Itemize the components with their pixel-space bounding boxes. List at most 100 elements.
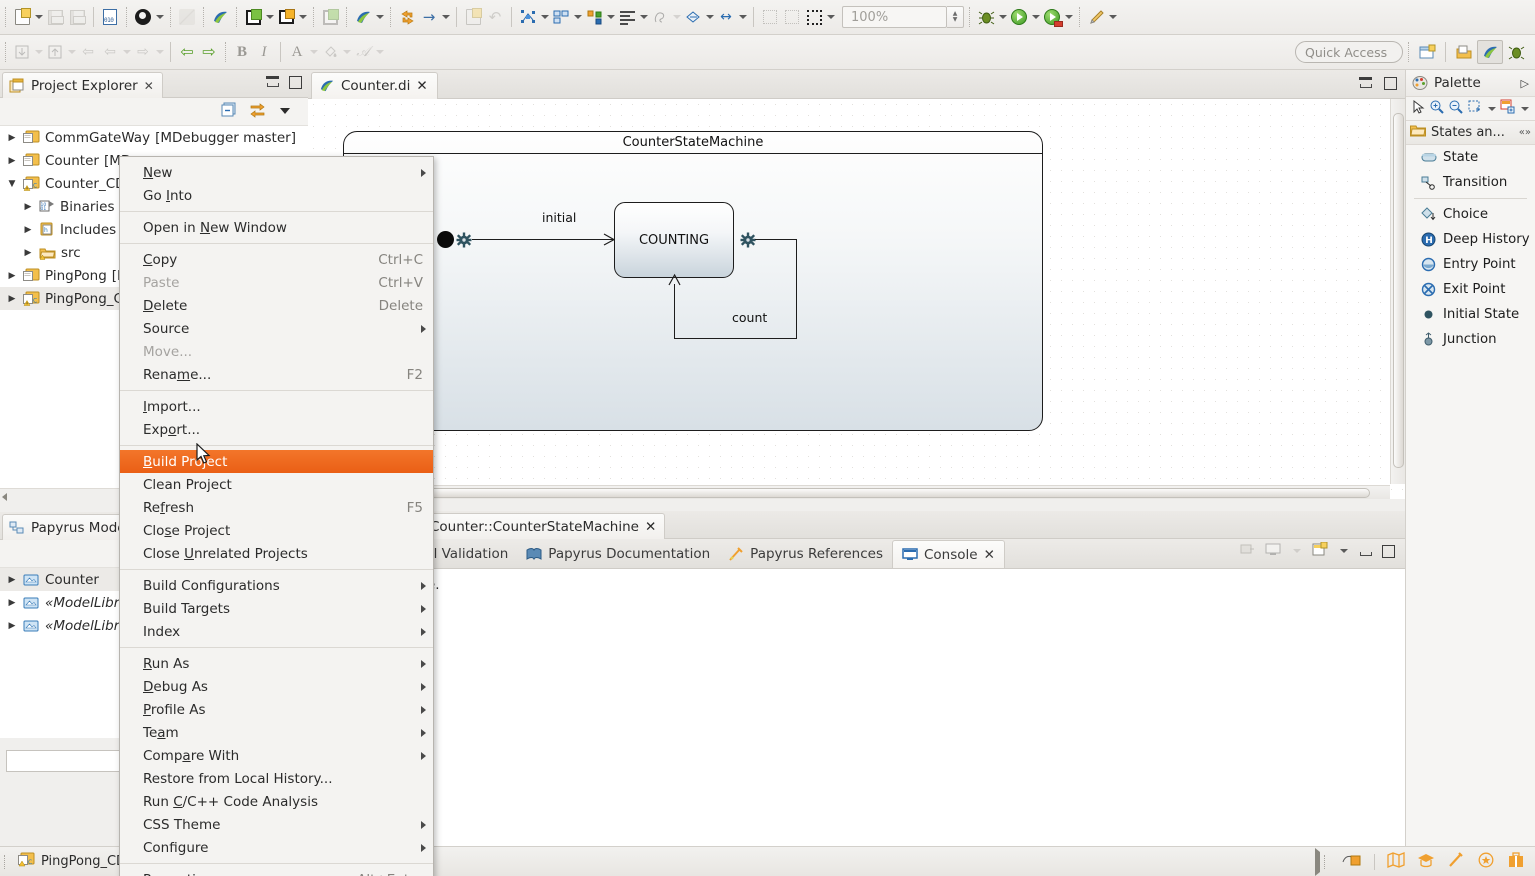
graduation-icon[interactable] [1417, 852, 1435, 872]
menu-item-go-into[interactable]: Go Into [120, 184, 433, 207]
menu-item-css-theme[interactable]: CSS Theme [120, 813, 433, 836]
italic-icon[interactable]: I [253, 39, 275, 65]
collapse-all-dropdown-icon[interactable] [33, 39, 44, 65]
menu-item-rename[interactable]: Rename...F2 [120, 363, 433, 386]
new-wizard-dropdown-icon[interactable] [33, 4, 44, 30]
diagram-canvas[interactable]: CounterStateMachine [308, 99, 1405, 499]
state-counting[interactable]: COUNTING [614, 202, 734, 278]
next-annotation-icon[interactable]: ⇨ [132, 39, 154, 65]
chevron-right-icon[interactable]: ▶ [22, 225, 34, 235]
line-color-dropdown-icon[interactable] [374, 39, 385, 65]
chevron-down-icon[interactable]: ▼ [6, 179, 18, 189]
snap-icon[interactable] [759, 4, 781, 30]
new-diagram-dropdown-icon[interactable] [297, 4, 308, 30]
menu-item-build-configurations[interactable]: Build Configurations [120, 574, 433, 597]
layout-graph-icon[interactable] [517, 4, 539, 30]
free-form-icon[interactable] [649, 4, 671, 30]
menu-item-properties[interactable]: PropertiesAlt+Enter [120, 868, 433, 876]
menu-item-source[interactable]: Source [120, 317, 433, 340]
expand-all-dropdown-icon[interactable] [66, 39, 77, 65]
chevron-right-icon[interactable]: ▶ [6, 621, 18, 631]
quick-access-input[interactable]: Quick Access [1295, 41, 1403, 63]
fill-color-icon[interactable] [319, 39, 341, 65]
align-left-icon[interactable] [616, 4, 638, 30]
new-perspective-icon[interactable] [1414, 40, 1440, 64]
papyrus-perspective-icon[interactable] [1477, 40, 1503, 64]
binary-file-icon[interactable] [99, 4, 121, 30]
font-color-dropdown-icon[interactable] [308, 39, 319, 65]
menu-item-import[interactable]: Import... [120, 395, 433, 418]
new-table-icon[interactable] [242, 4, 264, 30]
tab-model-explorer[interactable]: Papyrus Mode [2, 514, 135, 540]
chevron-right-icon[interactable]: ▶ [6, 156, 18, 166]
debug-icon[interactable] [975, 4, 997, 30]
resource-perspective-icon[interactable] [1451, 40, 1477, 64]
debug-dropdown-icon[interactable] [997, 4, 1008, 30]
pin-icon[interactable]: «» [1519, 127, 1531, 138]
prev-annotation-icon[interactable]: ⇦ [99, 39, 121, 65]
palette-item-exit-point[interactable]: Exit Point [1406, 277, 1535, 302]
menu-item-run-as[interactable]: Run As [120, 652, 433, 675]
chevron-right-icon[interactable]: ▶ [22, 248, 34, 258]
minimize-icon[interactable] [1359, 545, 1372, 558]
zoom-in-icon[interactable] [1429, 99, 1445, 119]
maximize-icon[interactable] [289, 76, 302, 89]
palette-group-states[interactable]: States an... «» [1406, 121, 1535, 145]
prev-annotation-dropdown-icon[interactable] [121, 39, 132, 65]
palette-item-state[interactable]: State [1406, 145, 1535, 170]
menu-item-team[interactable]: Team [120, 721, 433, 744]
menu-item-restore-from-local-history[interactable]: Restore from Local History... [120, 767, 433, 790]
arrange-dropdown-icon[interactable] [572, 4, 583, 30]
gear-icon[interactable] [740, 232, 756, 248]
resize-icon[interactable]: ↔ [715, 4, 737, 30]
console-output[interactable]: splay at this time. [308, 569, 1405, 854]
canvas-hscrollbar[interactable] [308, 485, 1390, 499]
briefcase-icon[interactable] [1507, 852, 1525, 872]
save-all-icon[interactable] [66, 4, 88, 30]
vscroll-thumb[interactable] [1393, 113, 1404, 468]
menu-item-close-unrelated-projects[interactable]: Close Unrelated Projects [120, 542, 433, 565]
menu-item-profile-as[interactable]: Profile As [120, 698, 433, 721]
new-diagram-icon[interactable] [275, 4, 297, 30]
link-icon[interactable] [1342, 852, 1362, 872]
maximize-icon[interactable] [1384, 77, 1397, 90]
undo-style-icon[interactable]: ↶ [484, 4, 506, 30]
palette-item-deep-history[interactable]: HDeep History [1406, 227, 1535, 252]
format-icon[interactable] [1500, 99, 1516, 119]
map-icon[interactable] [1387, 852, 1405, 872]
canvas-vscrollbar[interactable] [1390, 99, 1405, 484]
palette-item-junction[interactable]: Junction [1406, 327, 1535, 352]
new-wizard-icon[interactable] [11, 4, 33, 30]
menu-item-new[interactable]: New [120, 161, 433, 184]
chevron-right-icon[interactable]: ▶ [6, 294, 18, 304]
close-icon[interactable]: ✕ [416, 78, 427, 94]
fit-dropdown-icon[interactable] [825, 4, 836, 30]
align-left-dropdown-icon[interactable] [638, 4, 649, 30]
pencil-icon[interactable] [176, 4, 198, 30]
state-machine-frame[interactable]: CounterStateMachine [343, 131, 1043, 431]
scroll-left-icon[interactable] [2, 493, 7, 501]
expand-all-icon[interactable] [44, 39, 66, 65]
bold-icon[interactable]: B [231, 39, 253, 65]
close-icon[interactable]: ✕ [144, 79, 154, 93]
debug-perspective-icon[interactable] [1503, 40, 1529, 64]
zoom-out-icon[interactable] [1448, 99, 1464, 119]
link-with-editor-icon[interactable] [249, 102, 266, 122]
initial-state-icon[interactable] [437, 231, 454, 248]
next-annotation-dropdown-icon[interactable] [154, 39, 165, 65]
bottom-tab-console[interactable]: Console✕ [892, 540, 1005, 568]
open-console-dropdown-icon[interactable] [1338, 538, 1349, 564]
menu-item-configure[interactable]: Configure [120, 836, 433, 859]
papyrus-model-icon[interactable] [352, 4, 374, 30]
fit-icon[interactable] [803, 4, 825, 30]
brush-dropdown-icon[interactable] [1107, 4, 1118, 30]
palette-item-entry-point[interactable]: Entry Point [1406, 252, 1535, 277]
expand-arrow-icon[interactable]: ▷ [1521, 77, 1529, 90]
select-icon[interactable] [1410, 99, 1426, 119]
bottom-tab-papyrus-documentation[interactable]: Papyrus Documentation [517, 540, 719, 568]
zoom-level-input[interactable]: 100% [842, 6, 947, 28]
align-distribute-dropdown-icon[interactable] [605, 4, 616, 30]
refresh-model-icon[interactable] [396, 4, 418, 30]
font-color-icon[interactable]: A [286, 39, 308, 65]
wand-icon[interactable] [1447, 852, 1465, 872]
